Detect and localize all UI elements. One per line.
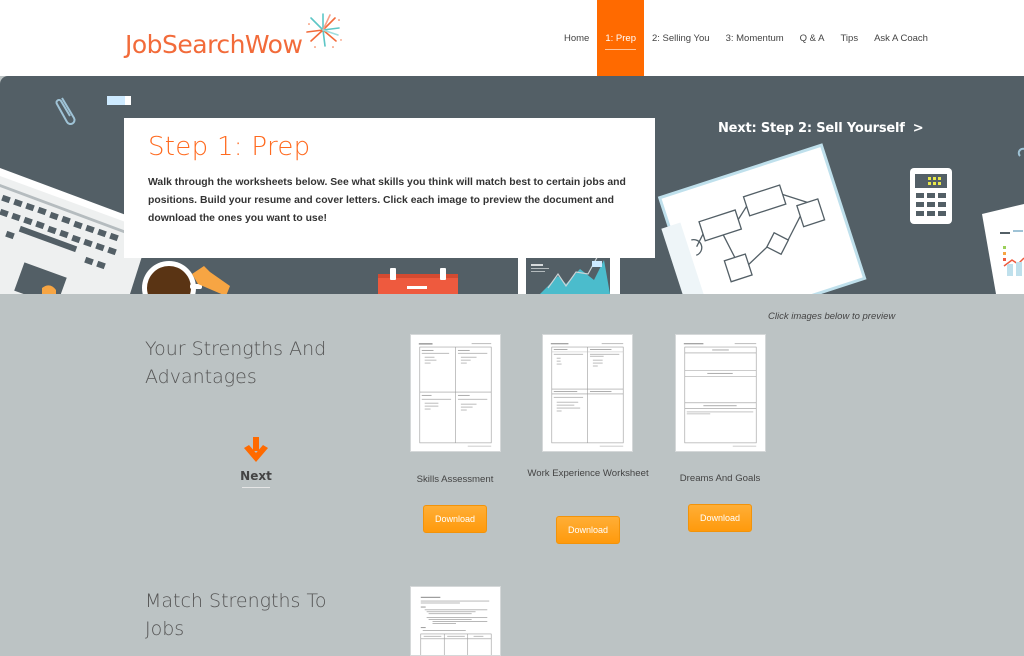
- document-preview-icon: [418, 343, 492, 447]
- nav-tips[interactable]: Tips: [832, 0, 866, 76]
- nav-prep[interactable]: 1: Prep: [597, 0, 644, 76]
- nav-q-and-a[interactable]: Q & A: [792, 0, 833, 76]
- next-step-link[interactable]: Next: Step 2: Sell Yourself >: [718, 121, 924, 136]
- arrow-down-icon: [244, 437, 268, 462]
- worksheet-label: Skills Assessment: [416, 474, 494, 485]
- report-sheet-icon: [982, 147, 1024, 294]
- document-preview-icon: [420, 596, 492, 655]
- nav-label: Home: [564, 32, 590, 44]
- worksheet-thumbnail-skills-assessment[interactable]: [410, 334, 501, 452]
- next-label: Next: [240, 469, 272, 483]
- site-logo[interactable]: JobSearchWow: [125, 30, 303, 59]
- page-title: Step 1: Prep: [148, 132, 311, 162]
- next-step-label: Next: Step 2: Sell Yourself: [718, 121, 905, 136]
- hero-description: Walk through the worksheets below. See w…: [148, 177, 626, 224]
- flowchart-sheet-icon: [657, 143, 867, 294]
- nav-home[interactable]: Home: [556, 0, 597, 76]
- firework-logo-icon: [306, 13, 342, 48]
- worksheet-thumbnail-match-strengths[interactable]: [410, 586, 501, 656]
- worksheet-thumbnail-dreams-and-goals[interactable]: [675, 334, 766, 452]
- section-title-match-strengths: Match Strengths To Jobs: [145, 590, 327, 640]
- next-section-button[interactable]: Next: [232, 437, 280, 488]
- nav-label: 3: Momentum: [725, 32, 784, 44]
- download-button-work-experience[interactable]: Download: [556, 516, 620, 544]
- worksheet-label: Dreams And Goals: [679, 473, 761, 484]
- next-underline: [242, 487, 270, 488]
- section-title-strengths: Your Strengths And Advantages: [145, 338, 327, 388]
- chevron-right-icon: >: [912, 121, 924, 136]
- nav-selling-you[interactable]: 2: Selling You: [644, 0, 718, 76]
- nav-label: Ask A Coach: [874, 32, 928, 44]
- document-preview-icon: [683, 343, 757, 447]
- worksheet-thumbnail-work-experience[interactable]: [542, 334, 633, 452]
- nav-label: Tips: [840, 32, 859, 44]
- calculator-icon: [910, 168, 952, 224]
- preview-hint: Click images below to preview: [768, 311, 896, 322]
- nav-momentum[interactable]: 3: Momentum: [718, 0, 792, 76]
- site-header: JobSearchWow Home 1: Prep 2: Selling You…: [0, 0, 1024, 76]
- nav-label: 2: Selling You: [651, 32, 710, 44]
- nav-label: 1: Prep: [605, 32, 636, 44]
- hero-banner: Step 1: Prep Walk through the worksheets…: [0, 76, 1024, 294]
- paperclip-icon: [55, 97, 76, 125]
- nav-label: Q & A: [799, 32, 825, 44]
- document-preview-icon: [550, 343, 624, 447]
- nav-ask-a-coach[interactable]: Ask A Coach: [866, 0, 936, 76]
- download-button-dreams-and-goals[interactable]: Download: [688, 504, 752, 532]
- worksheet-label: Work Experience Worksheet: [527, 468, 649, 479]
- download-button-skills-assessment[interactable]: Download: [423, 505, 487, 533]
- active-underline: [605, 49, 636, 50]
- main-nav: Home 1: Prep 2: Selling You 3: Momentum …: [556, 0, 936, 76]
- hero-card: Step 1: Prep Walk through the worksheets…: [124, 118, 655, 258]
- worksheets-section: Click images below to preview Your Stren…: [0, 294, 1024, 656]
